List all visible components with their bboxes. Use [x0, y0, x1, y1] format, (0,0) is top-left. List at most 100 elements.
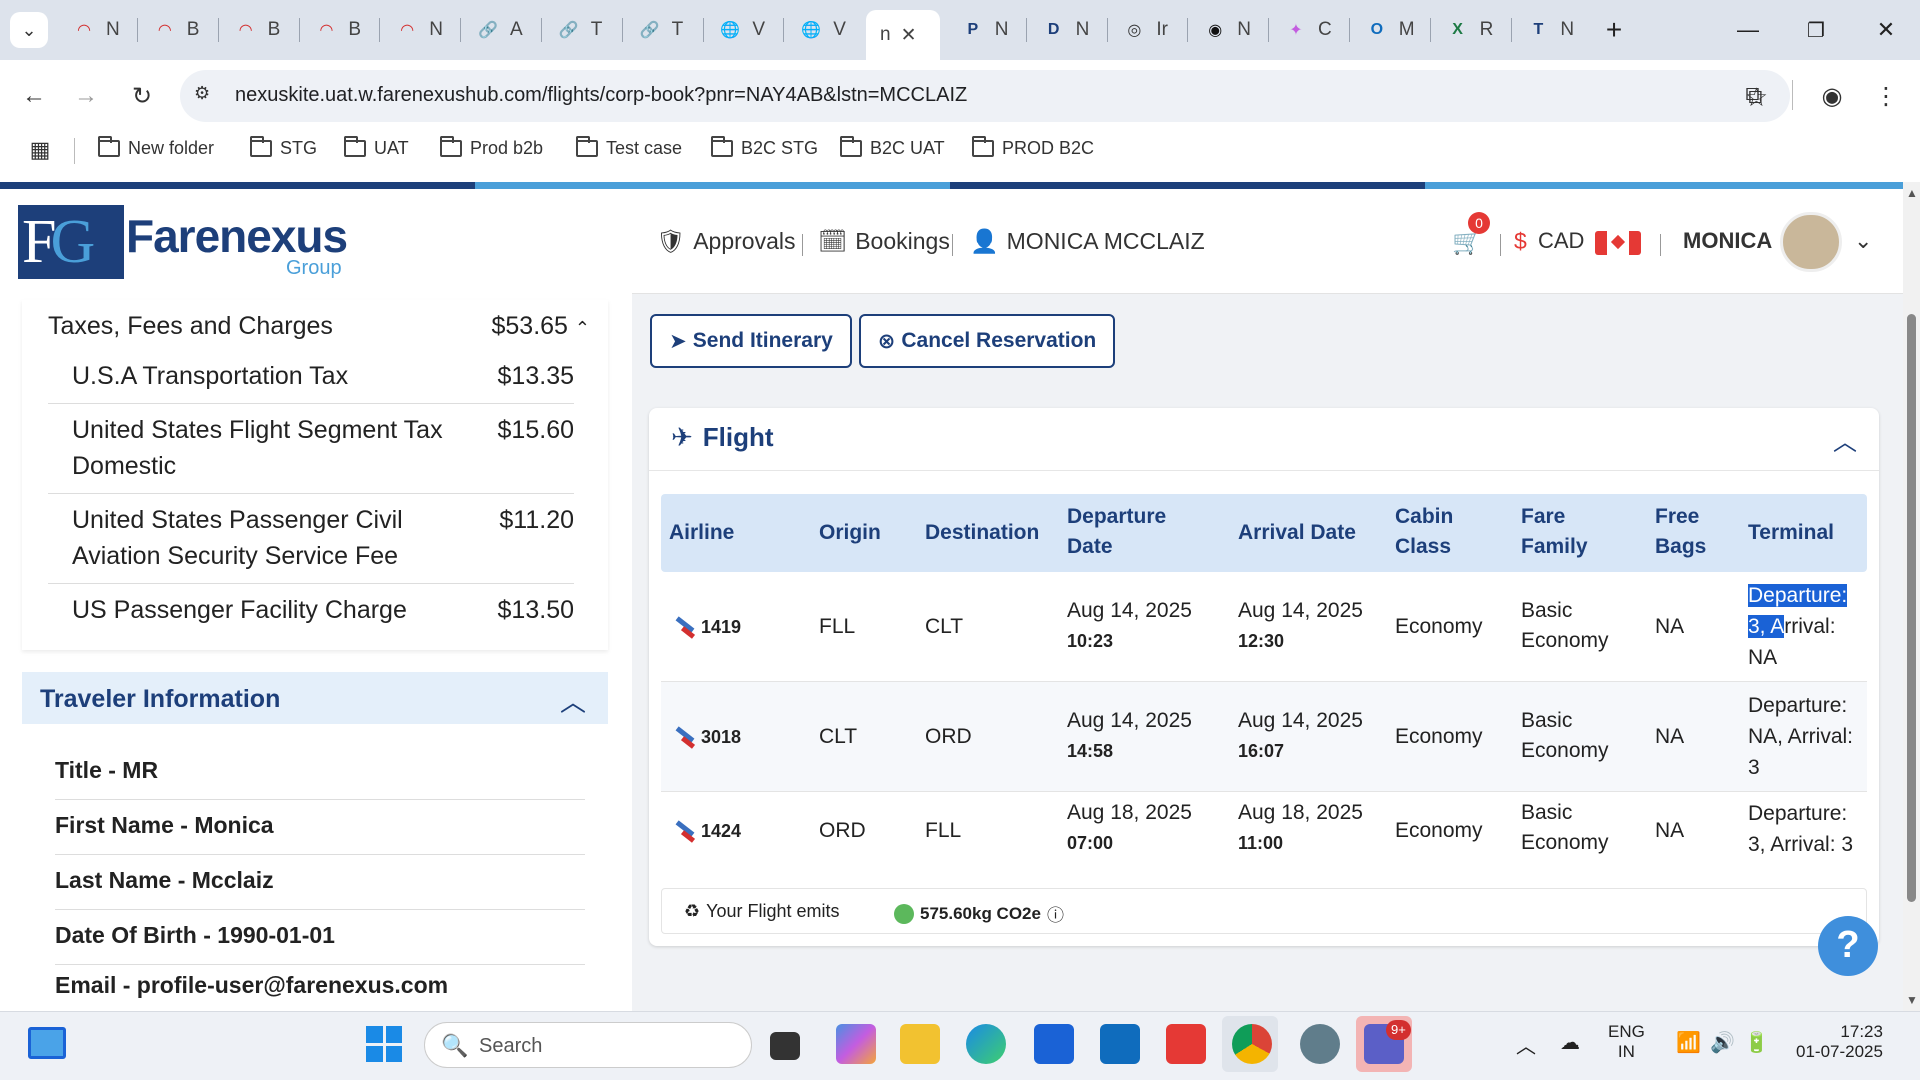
taskbar-search[interactable]: 🔍 Search	[424, 1022, 752, 1068]
avatar[interactable]	[1780, 212, 1842, 272]
col-arrival: Arrival Date	[1238, 521, 1356, 544]
browser-tab[interactable]: n ✕	[866, 10, 940, 60]
tab-label: n	[880, 24, 891, 45]
bookmark-folder[interactable]: PROD B2C	[972, 136, 1094, 159]
send-itinerary-button[interactable]: ➤ Send Itinerary	[650, 314, 852, 368]
close-tab-icon[interactable]: ✕	[901, 24, 917, 47]
windows-start-icon[interactable]	[366, 1026, 402, 1062]
forward-button[interactable]: →	[68, 78, 104, 114]
browser-tab[interactable]: 🌐 V	[704, 10, 782, 50]
chevron-down-icon[interactable]: ⌄	[1854, 228, 1872, 254]
extensions-icon[interactable]: ⧉	[1736, 78, 1772, 114]
apps-grid-icon[interactable]: ▦	[22, 132, 58, 168]
browser-menu-icon[interactable]: ⋮	[1868, 78, 1904, 114]
file-explorer-icon[interactable]	[900, 1024, 940, 1064]
bookmark-label: New folder	[128, 138, 215, 158]
browser-tab[interactable]: XR	[1432, 10, 1510, 50]
store-icon[interactable]	[1034, 1024, 1074, 1064]
browser-tab[interactable]: PN	[947, 10, 1025, 50]
info-icon[interactable]: ⓘ	[1047, 901, 1064, 926]
browser-tab[interactable]: 🌐 V	[785, 10, 863, 50]
browser-tab[interactable]: OM	[1351, 10, 1429, 50]
url-text[interactable]: nexuskite.uat.w.farenexushub.com/flights…	[235, 84, 967, 107]
back-button[interactable]: ←	[16, 78, 52, 114]
bookmark-folder[interactable]: STG	[250, 136, 317, 159]
user-icon: 👤	[970, 228, 999, 254]
clock[interactable]: 17:23 01-07-2025	[1796, 1022, 1883, 1062]
site-info-icon[interactable]: ⚙	[194, 83, 220, 109]
approvals-link[interactable]: 🛡 Approvals	[656, 228, 795, 255]
browser-tab[interactable]: ◠ B	[139, 10, 217, 50]
outlook-icon[interactable]	[1100, 1024, 1140, 1064]
bookmark-folder[interactable]: New folder	[98, 136, 215, 159]
destination: ORD	[925, 725, 972, 748]
chrome-icon[interactable]	[1232, 1024, 1272, 1064]
tray-overflow-icon[interactable]: ︿	[1516, 1030, 1536, 1059]
browser-tab[interactable]: 🔗 A	[462, 10, 540, 50]
wps-icon[interactable]	[1166, 1024, 1206, 1064]
tab-label: N	[1075, 19, 1090, 40]
copilot-icon[interactable]	[836, 1024, 876, 1064]
browser-tab[interactable]: 🔗 T	[543, 10, 621, 50]
chevron-up-icon[interactable]: ︿	[560, 682, 586, 719]
tab-search-button[interactable]: ⌄	[10, 12, 48, 48]
page-scrollbar[interactable]: ▲ ▼	[1903, 182, 1920, 1011]
cancel-reservation-button[interactable]: ⊗ Cancel Reservation	[859, 314, 1115, 368]
browser-tab[interactable]: ◠ N	[58, 10, 136, 50]
settings-gear-icon[interactable]	[1300, 1024, 1340, 1064]
browser-tab[interactable]: ◎ Ir	[1108, 10, 1186, 50]
logo-monogram: FG	[18, 205, 124, 279]
battery-icon[interactable]: 🔋	[1744, 1030, 1769, 1055]
fees-title[interactable]: Taxes, Fees and Charges	[48, 312, 333, 341]
bookmark-folder[interactable]: Prod b2b	[440, 136, 543, 159]
language-indicator[interactable]: ENG IN	[1608, 1022, 1645, 1062]
address-bar[interactable]: ⚙ nexuskite.uat.w.farenexushub.com/fligh…	[180, 70, 1790, 122]
browser-tab[interactable]: TN	[1512, 10, 1590, 50]
new-tab-button[interactable]: +	[1594, 12, 1634, 48]
user-name: MONICA MCCLAIZ	[1006, 228, 1205, 254]
scroll-up-arrow[interactable]: ▲	[1906, 186, 1918, 200]
bookmark-folder[interactable]: Test case	[576, 136, 682, 159]
browser-tab[interactable]: DN	[1028, 10, 1106, 50]
restore-button[interactable]: ❐	[1796, 12, 1836, 48]
traveler-field: Email - profile-user@farenexus.com	[55, 972, 449, 998]
red-arc-icon: ◠	[77, 22, 91, 39]
flight-title[interactable]: ✈ Flight	[671, 422, 774, 453]
edge-icon[interactable]	[966, 1024, 1006, 1064]
user-link[interactable]: 👤 MONICA MCCLAIZ	[970, 228, 1205, 255]
header-separator	[1500, 234, 1501, 256]
minimize-button[interactable]: —	[1728, 12, 1768, 48]
help-button[interactable]: ?	[1818, 916, 1878, 976]
close-window-button[interactable]: ✕	[1866, 12, 1906, 48]
browser-tab[interactable]: ◠ B	[220, 10, 298, 50]
brand-logo[interactable]: FG Farenexus Group	[18, 205, 348, 285]
browser-tab[interactable]: ◠ N	[381, 10, 459, 50]
bookmark-folder[interactable]: B2C UAT	[840, 136, 945, 159]
browser-tab[interactable]: ◉ N	[1189, 10, 1267, 50]
bookings-link[interactable]: 🗓 Bookings	[818, 228, 950, 255]
fees-total[interactable]: $53.65 ⌃	[491, 312, 590, 341]
free-bags: NA	[1655, 725, 1685, 748]
onedrive-icon[interactable]: ☁	[1560, 1030, 1580, 1055]
currency-selector[interactable]: CAD	[1538, 228, 1584, 254]
browser-tab[interactable]: ◠ B	[300, 10, 378, 50]
bookmark-folder[interactable]: UAT	[344, 136, 409, 159]
browser-tab[interactable]: 🔗 T	[624, 10, 702, 50]
scroll-down-arrow[interactable]: ▼	[1906, 993, 1918, 1007]
col-airline: Airline	[669, 521, 735, 544]
cart-count-badge: 0	[1468, 212, 1490, 234]
wifi-icon[interactable]: 📶	[1676, 1030, 1701, 1055]
chevron-up-icon[interactable]: ︿	[1833, 422, 1857, 457]
browser-tab[interactable]: ✦ C	[1270, 10, 1348, 50]
traveler-info-header[interactable]: Traveler Information ︿	[22, 672, 608, 724]
volume-icon[interactable]: 🔊	[1710, 1030, 1735, 1055]
profile-icon[interactable]: ◉	[1814, 78, 1850, 114]
profile-name[interactable]: MONICA	[1683, 228, 1772, 254]
departure-time: 14:58	[1067, 741, 1114, 761]
tab-label: B	[186, 19, 200, 40]
task-view-icon[interactable]	[770, 1032, 800, 1060]
bookmark-folder[interactable]: B2C STG	[711, 136, 818, 159]
scrollbar-thumb[interactable]	[1907, 314, 1916, 902]
reload-button[interactable]: ↻	[124, 78, 160, 114]
widgets-icon[interactable]	[28, 1027, 66, 1059]
